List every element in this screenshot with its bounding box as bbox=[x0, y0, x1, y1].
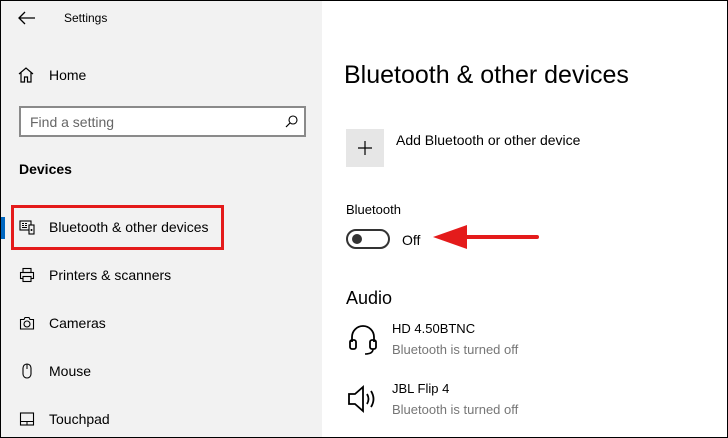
section-title: Devices bbox=[19, 161, 72, 177]
audio-device-item[interactable]: JBL Flip 4 Bluetooth is turned off bbox=[346, 379, 706, 419]
sidebar-item-touchpad[interactable]: Touchpad bbox=[1, 399, 322, 437]
device-name: HD 4.50BTNC bbox=[392, 321, 476, 336]
sidebar-item-printers[interactable]: Printers & scanners bbox=[1, 255, 322, 295]
audio-device-item[interactable]: HD 4.50BTNC Bluetooth is turned off bbox=[346, 319, 706, 359]
active-indicator bbox=[1, 217, 5, 239]
speaker-icon bbox=[348, 385, 375, 413]
touchpad-icon bbox=[19, 412, 35, 426]
search-box[interactable] bbox=[19, 106, 306, 137]
main-content: Bluetooth & other devices Add Bluetooth … bbox=[322, 1, 727, 437]
home-label: Home bbox=[49, 67, 87, 83]
sidebar: Settings Home Devices Bluetooth & ot bbox=[1, 1, 322, 437]
settings-window: Settings Home Devices Bluetooth & ot bbox=[0, 0, 728, 438]
sidebar-item-label: Touchpad bbox=[49, 411, 110, 427]
bluetooth-toggle-state: Off bbox=[402, 232, 421, 248]
sidebar-item-label: Cameras bbox=[49, 315, 106, 331]
sidebar-item-label: Printers & scanners bbox=[49, 267, 172, 283]
search-input[interactable] bbox=[21, 108, 261, 135]
camera-icon bbox=[19, 316, 35, 330]
add-device-label[interactable]: Add Bluetooth or other device bbox=[396, 132, 580, 148]
headset-icon bbox=[349, 325, 377, 355]
page-title: Bluetooth & other devices bbox=[344, 61, 629, 89]
back-arrow-icon[interactable] bbox=[17, 10, 37, 26]
device-status: Bluetooth is turned off bbox=[392, 342, 519, 357]
device-status: Bluetooth is turned off bbox=[392, 402, 519, 417]
mouse-icon bbox=[22, 363, 32, 379]
sidebar-item-mouse[interactable]: Mouse bbox=[1, 351, 322, 391]
home-icon bbox=[18, 67, 34, 83]
device-name: JBL Flip 4 bbox=[392, 381, 450, 396]
search-icon[interactable] bbox=[285, 115, 298, 128]
plus-icon bbox=[358, 141, 372, 155]
app-title: Settings bbox=[64, 11, 108, 25]
home-nav-item[interactable]: Home bbox=[17, 63, 217, 87]
sidebar-item-cameras[interactable]: Cameras bbox=[1, 303, 322, 343]
sidebar-item-label: Mouse bbox=[49, 363, 92, 379]
toggle-knob bbox=[352, 234, 362, 244]
annotation-highlight-box bbox=[11, 205, 224, 250]
printer-icon bbox=[19, 267, 35, 283]
annotation-arrow-icon bbox=[433, 225, 539, 249]
bluetooth-label: Bluetooth bbox=[346, 202, 401, 217]
audio-section-title: Audio bbox=[346, 288, 393, 308]
bluetooth-toggle[interactable] bbox=[346, 229, 390, 249]
add-device-button[interactable] bbox=[346, 129, 384, 167]
